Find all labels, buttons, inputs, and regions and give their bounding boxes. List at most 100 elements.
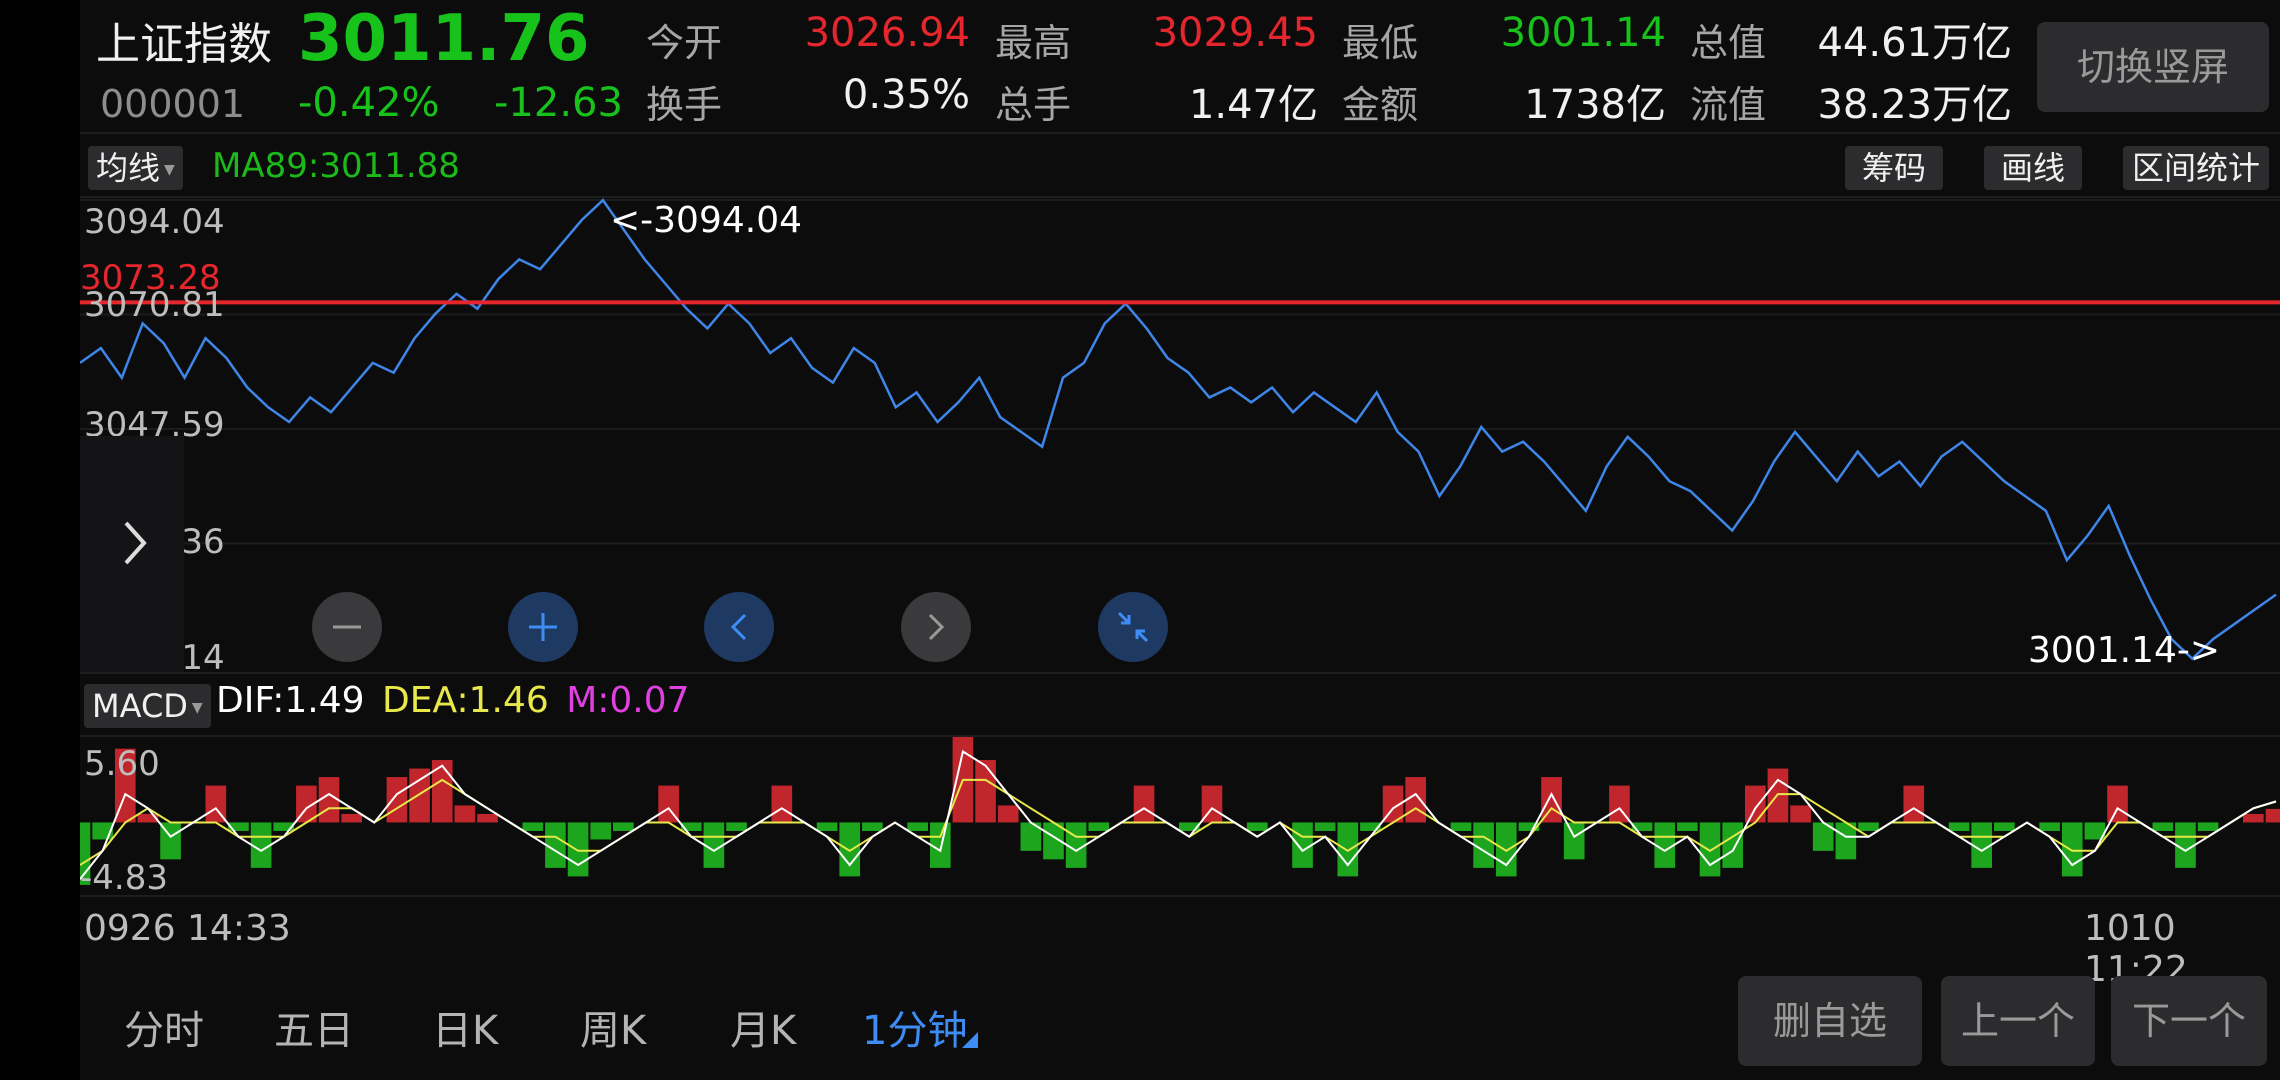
macd-histogram-bar xyxy=(386,777,408,823)
macd-histogram-bar xyxy=(2152,822,2174,831)
macd-histogram-bar xyxy=(839,822,861,877)
scroll-right-button[interactable] xyxy=(901,592,971,662)
left-margin xyxy=(0,0,80,1080)
corner-triangle-icon xyxy=(962,1032,978,1048)
macd-histogram-bar xyxy=(454,805,476,823)
tab-one-minute-label: 1分钟 xyxy=(862,1008,968,1054)
stat-value: 38.23万亿 xyxy=(1817,82,2012,128)
stat-value: 0.35% xyxy=(842,72,970,118)
index-name: 上证指数 xyxy=(96,19,272,70)
dropdown-triangle-icon: ▼ xyxy=(191,700,203,716)
macd-histogram-bar xyxy=(2061,822,2083,877)
tab-one-minute[interactable]: 1分钟 xyxy=(862,998,978,1056)
macd-histogram-bar xyxy=(816,822,838,831)
macd-histogram-bar xyxy=(1088,822,1110,831)
ma-indicator-select-label: 均线 xyxy=(96,149,161,187)
chevron-right-icon xyxy=(928,613,945,641)
macd-histogram-bar xyxy=(975,760,996,823)
change-value: -12.63 xyxy=(494,80,623,126)
macd-histogram-bar xyxy=(2039,822,2060,831)
low-marker: 3001.14-> xyxy=(2028,630,2221,671)
header-divider xyxy=(80,132,2280,134)
stat-label: 总值 xyxy=(1690,21,1767,65)
macd-histogram-bar xyxy=(1790,805,1811,823)
macd-histogram-bar xyxy=(1994,822,2015,831)
stat-label: 最高 xyxy=(995,21,1072,65)
macd-histogram-bar xyxy=(2243,813,2264,823)
expand-panel[interactable] xyxy=(80,436,184,672)
macd-histogram-bar xyxy=(997,805,1019,823)
macd-values: DIF:1.49 DEA:1.46 M:0.07 xyxy=(216,680,690,721)
tab-intraday[interactable]: 分时 xyxy=(124,998,204,1056)
shrink-arrows-icon xyxy=(1117,611,1149,643)
next-button[interactable]: 下一个 xyxy=(2111,976,2267,1066)
stat-label: 总手 xyxy=(995,83,1072,127)
y-label-2: 3070.81 xyxy=(84,285,225,325)
minus-icon xyxy=(333,625,361,629)
price-divider xyxy=(80,672,2280,674)
m-value: M:0.07 xyxy=(566,680,690,721)
stat-value: 44.61万亿 xyxy=(1817,20,2012,66)
ma89-value: MA89:3011.88 xyxy=(212,146,460,186)
shrink-button[interactable] xyxy=(1098,592,1168,662)
ma-indicator-select[interactable]: 均线 ▼ xyxy=(88,146,183,190)
macd-chart[interactable] xyxy=(80,737,2280,895)
macd-bottom-divider xyxy=(80,895,2280,897)
macd-histogram-bar xyxy=(1563,822,1585,860)
macd-histogram-bar xyxy=(1903,785,1925,823)
macd-histogram-bar xyxy=(2107,785,2128,823)
dea-value: DEA:1.46 xyxy=(382,680,549,721)
dif-value: DIF:1.49 xyxy=(216,680,365,721)
zoom-in-button[interactable] xyxy=(508,592,578,662)
zoom-out-button[interactable] xyxy=(312,592,382,662)
macd-histogram-bar xyxy=(726,822,747,831)
macd-histogram-bar xyxy=(1450,822,1472,831)
y-label-top: 3094.04 xyxy=(84,202,225,242)
tab-daily-k[interactable]: 日K xyxy=(432,998,498,1056)
price-chart[interactable] xyxy=(80,198,2280,672)
switch-portrait-button[interactable]: 切换竖屏 xyxy=(2037,22,2269,112)
macd-histogram-bar xyxy=(1948,822,1970,831)
draw-line-button[interactable]: 画线 xyxy=(1984,146,2082,190)
macd-histogram-bar xyxy=(771,785,793,823)
remove-favorite-button[interactable]: 删自选 xyxy=(1738,976,1922,1066)
macd-histogram-bar xyxy=(1133,785,1155,823)
macd-indicator-select[interactable]: MACD ▼ xyxy=(84,684,211,728)
macd-histogram-bar xyxy=(1858,822,1879,831)
stat-label: 最低 xyxy=(1342,21,1419,65)
macd-histogram-bar xyxy=(477,813,498,823)
stat-label: 今开 xyxy=(646,21,723,65)
macd-y-bottom: -4.83 xyxy=(80,858,168,898)
dropdown-triangle-icon: ▼ xyxy=(164,162,175,178)
tab-weekly-k[interactable]: 周K xyxy=(580,998,646,1056)
stat-value: 3026.94 xyxy=(804,10,970,56)
chevron-left-icon xyxy=(730,613,747,641)
chips-button[interactable]: 筹码 xyxy=(1845,146,1943,190)
stat-value: 1.47亿 xyxy=(1188,82,1318,128)
macd-histogram-bar xyxy=(613,822,634,831)
macd-histogram-bar xyxy=(522,822,544,831)
macd-indicator-select-label: MACD xyxy=(92,687,188,725)
macd-histogram-bar xyxy=(1699,822,1721,877)
tab-five-day[interactable]: 五日 xyxy=(274,998,354,1056)
previous-button[interactable]: 上一个 xyxy=(1941,976,2095,1066)
index-code: 000001 xyxy=(100,82,246,126)
macd-histogram-bar xyxy=(341,813,362,823)
macd-histogram-bar xyxy=(1246,822,1268,831)
current-price: 3011.76 xyxy=(298,2,590,76)
stat-value: 3029.45 xyxy=(1152,10,1318,56)
stat-value: 1738亿 xyxy=(1524,82,1666,128)
stat-label: 换手 xyxy=(646,83,723,127)
high-marker: <-3094.04 xyxy=(610,200,803,241)
macd-histogram-bar xyxy=(1495,822,1517,877)
macd-histogram-bar xyxy=(590,822,612,840)
tab-monthly-k[interactable]: 月K xyxy=(730,998,796,1056)
macd-histogram-bar xyxy=(567,822,589,877)
macd-histogram-bar xyxy=(1314,822,1336,831)
range-stats-button[interactable]: 区间统计 xyxy=(2123,146,2269,190)
chevron-right-icon xyxy=(124,521,147,565)
macd-histogram-bar xyxy=(907,822,928,831)
time-start: 0926 14:33 xyxy=(84,908,291,949)
scroll-left-button[interactable] xyxy=(704,592,774,662)
macd-histogram-bar xyxy=(2197,822,2219,831)
